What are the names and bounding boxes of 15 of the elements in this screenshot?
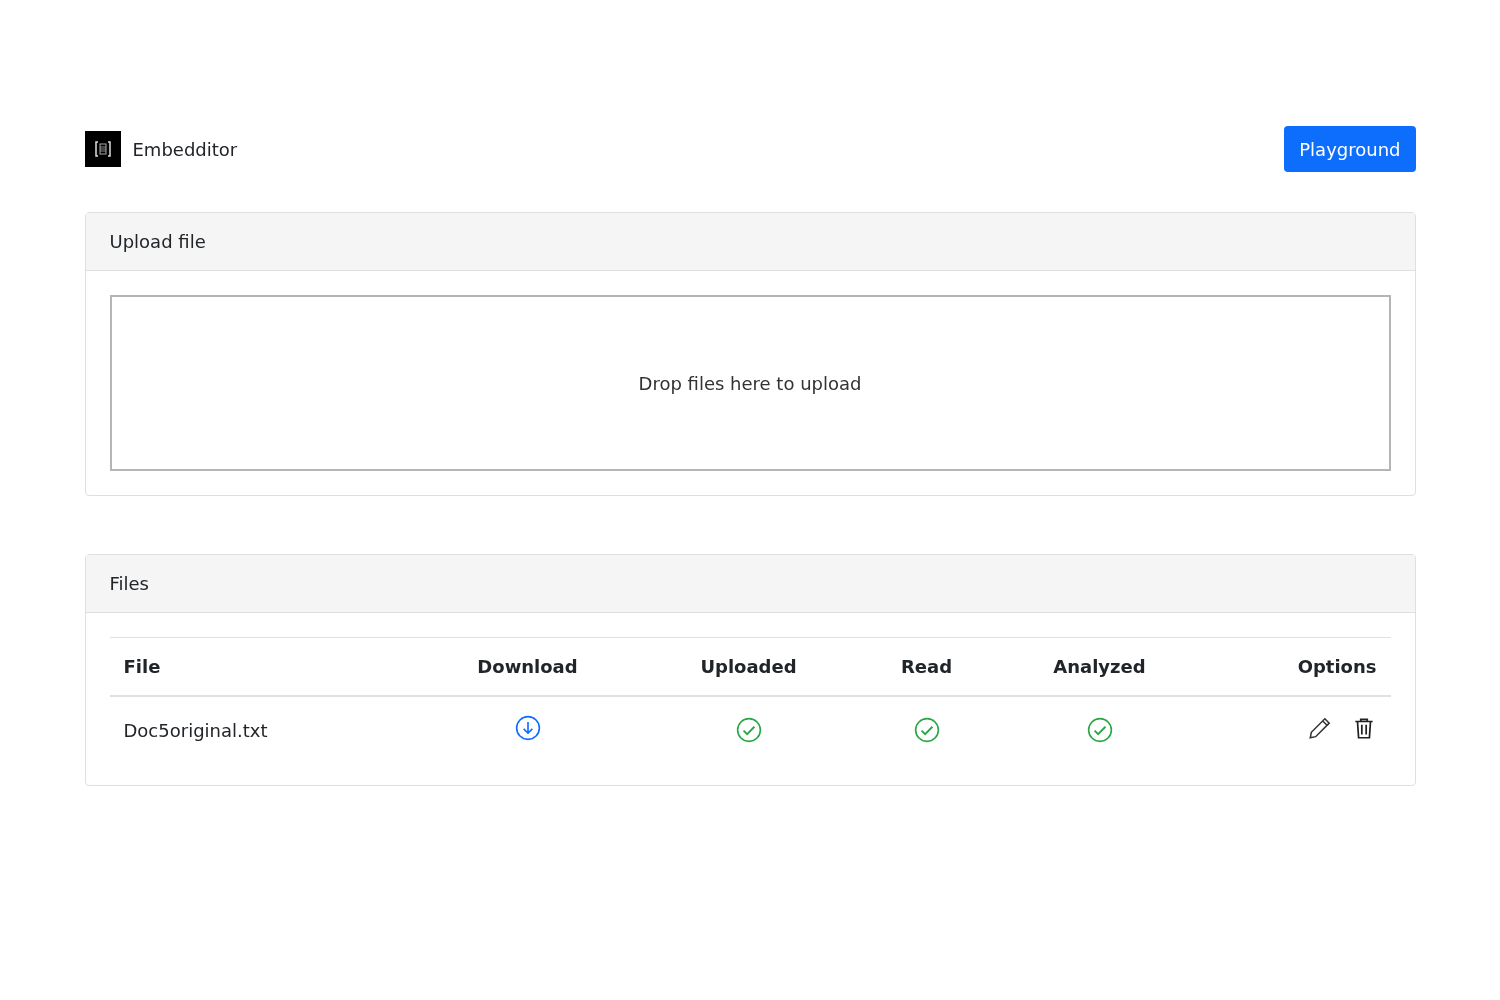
column-header: Options xyxy=(1197,637,1391,696)
column-header: File xyxy=(109,637,410,696)
column-header: Read xyxy=(851,637,1002,696)
card-header: Files xyxy=(85,555,1415,613)
card-header: Upload file xyxy=(85,213,1415,271)
brand-name: Embedditor xyxy=(132,138,238,160)
playground-button[interactable]: Playground xyxy=(1284,126,1416,172)
file-name: Doc5original.txt xyxy=(109,696,410,761)
logo-icon xyxy=(84,131,121,167)
edit-icon[interactable] xyxy=(1306,715,1333,741)
file-dropzone[interactable]: Drop files here to upload xyxy=(109,295,1391,471)
column-header: Uploaded xyxy=(645,637,852,696)
download-icon[interactable] xyxy=(514,715,541,741)
column-header: Download xyxy=(409,637,646,696)
column-header: Analyzed xyxy=(1001,637,1198,696)
